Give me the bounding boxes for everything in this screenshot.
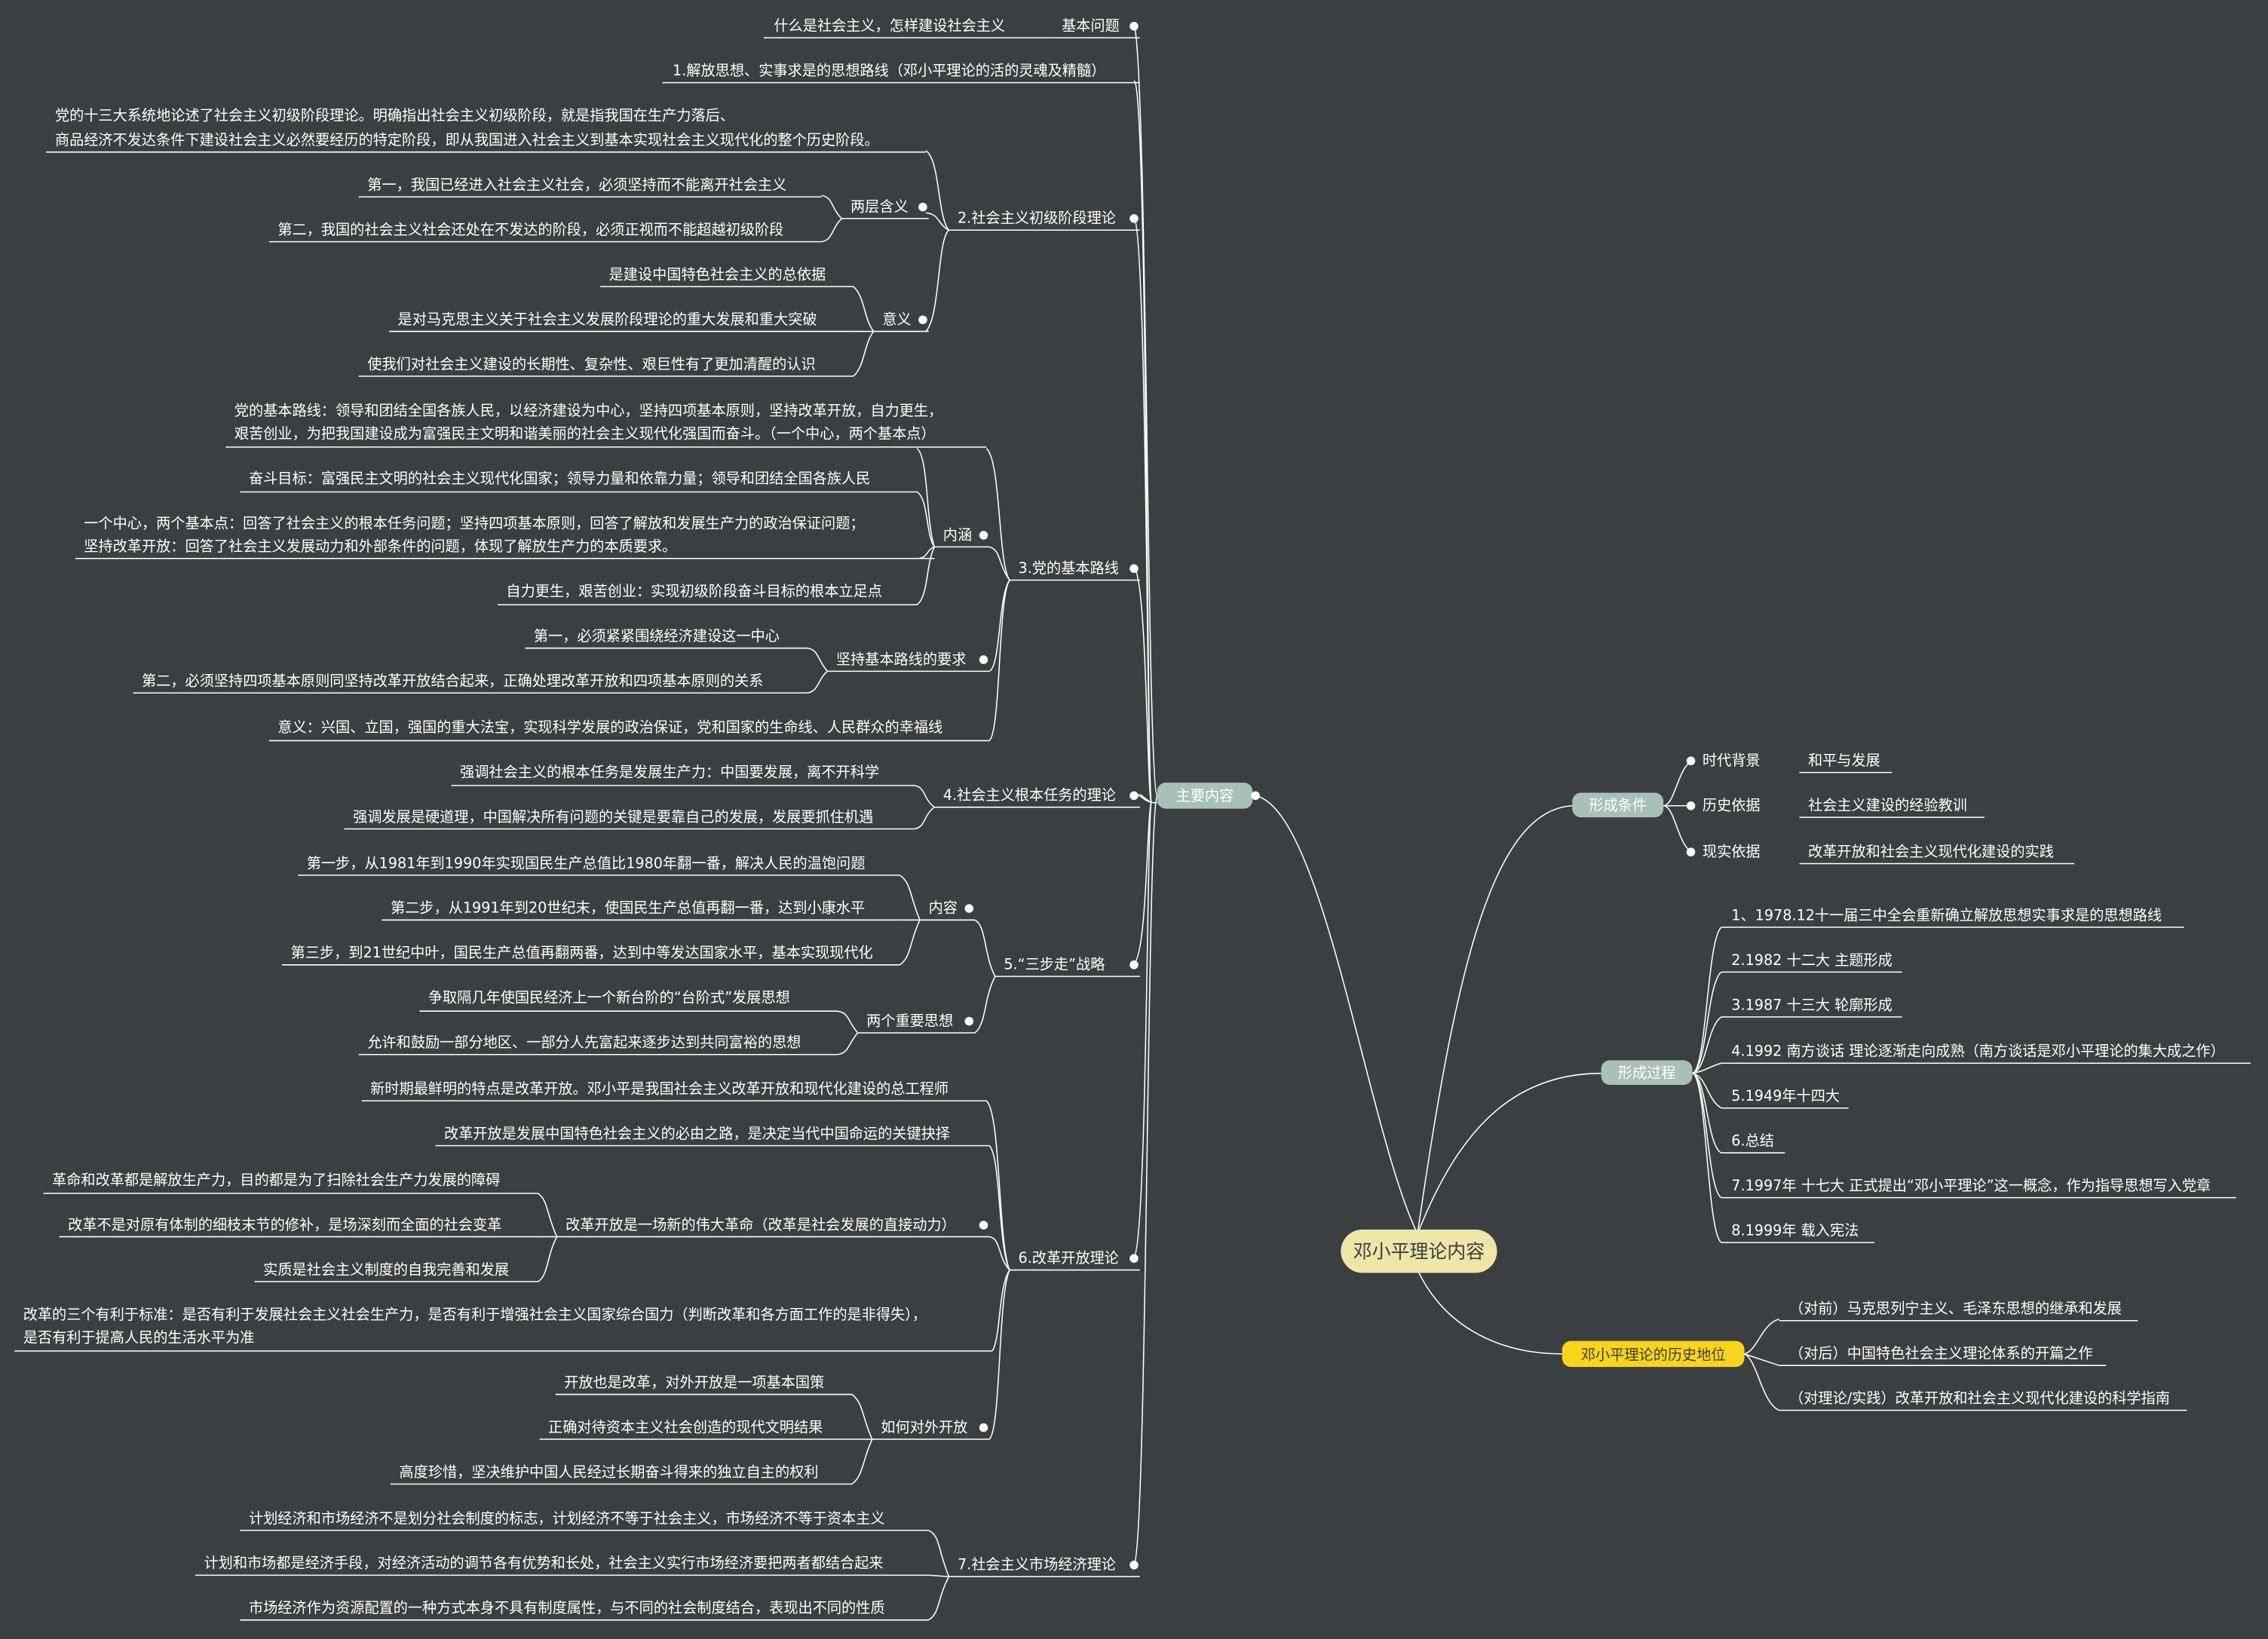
status-3: （对理论/实践）改革开放和社会主义现代化建设的科学指南 — [1789, 1389, 2170, 1407]
process-5: 5.1949年十四大 — [1731, 1087, 1840, 1104]
branch-b5[interactable]: 5.“三步走”战略 内容 第一步，从1981年到1990年实现国民生产总值比19… — [282, 854, 1140, 1055]
b7-item-2: 计划和市场都是经济手段，对经济活动的调节各有优势和长处，社会主义实行市场经济要把… — [204, 1555, 883, 1572]
conditions-topic[interactable]: 形成条件 时代背景 和平与发展 历史依据 社会主义建设的经验教训 现实依据 改革… — [1572, 752, 2074, 865]
branch-b4[interactable]: 4.社会主义根本任务的理论 强调社会主义的根本任务是发展生产力：中国要发展，离不… — [344, 763, 1140, 830]
b5-content-2: 第二步，从1991年到20世纪末，使国民生产总值再翻一番，达到小康水平 — [391, 899, 865, 917]
b4-item-1: 强调社会主义的根本任务是发展生产力：中国要发展，离不开科学 — [460, 763, 879, 780]
b3-content-label: 内涵 — [943, 526, 972, 544]
b4-label: 4.社会主义根本任务的理论 — [943, 786, 1116, 804]
b5-content-label: 内容 — [929, 899, 958, 917]
b6-item-2: 改革开放是发展中国特色社会主义的必由之路，是决定当代中国命运的关键抉择 — [444, 1125, 950, 1142]
center-title: 邓小平理论内容 — [1353, 1240, 1485, 1262]
b6-criteria-2: 是否有利于提高人民的生活水平为准 — [23, 1328, 255, 1346]
b6-opening-3: 高度珍惜，坚决维护中国人民经过长期奋斗得来的独立自主的权利 — [399, 1463, 818, 1481]
process-3: 3.1987 十三大 轮廓形成 — [1731, 996, 1892, 1013]
status-topic[interactable]: 邓小平理论的历史地位 （对前）马克思列宁主义、毛泽东思想的继承和发展 （对后）中… — [1562, 1300, 2187, 1411]
b3-center-1: 一个中心，两个基本点：回答了社会主义的根本任务问题；坚持四项基本原则，回答了解放… — [84, 514, 864, 532]
b3-line-2: 艰苦创业，为把我国建设成为富强民主文明和谐美丽的社会主义现代化强国而奋斗。（一个… — [234, 425, 936, 443]
b5-ideas-label: 两个重要思想 — [866, 1012, 953, 1029]
b6-revolution-label: 改革开放是一场新的伟大革命（改革是社会发展的直接动力） — [565, 1216, 956, 1233]
b6-revolution-1: 革命和改革都是解放生产力，目的都是为了扫除社会生产力发展的障碍 — [52, 1171, 500, 1188]
b3-requirement-1: 第一，必须紧紧围绕经济建设这一中心 — [534, 627, 780, 645]
b5-label: 5.“三步走”战略 — [1004, 956, 1105, 973]
b2-meaning-2: 第二，我国的社会主义社会还处在不发达的阶段，必须正视而不能超越初级阶段 — [277, 221, 783, 238]
main-content-topic[interactable]: 主要内容 — [1157, 783, 1260, 809]
b3-goal: 奋斗目标：富强民主文明的社会主义现代化国家；领导力量和依靠力量；领导和团结全国各… — [249, 470, 870, 487]
b6-revolution-2: 改革不是对原有体制的细枝末节的修补，是场深刻而全面的社会变革 — [68, 1216, 501, 1233]
b3-label: 3.党的基本路线 — [1019, 559, 1119, 577]
b2-significance-1: 是建设中国特色社会主义的总依据 — [609, 265, 826, 283]
process-topic[interactable]: 形成过程 1、1978.12十一届三中全会重新确立解放思想实事求是的思想路线 2… — [1601, 906, 2251, 1243]
process-6: 6.总结 — [1731, 1132, 1774, 1150]
b6-revolution-3: 实质是社会主义制度的自我完善和发展 — [263, 1261, 509, 1278]
basic-question-text: 什么是社会主义，怎样建设社会主义 — [774, 17, 1005, 35]
branch-b3[interactable]: 3.党的基本路线 内涵 党的基本路线：领导和团结全国各族人民，以经济建设为中心，… — [75, 402, 1140, 742]
b2-significance-label: 意义 — [882, 311, 911, 328]
condition-3-label: 现实依据 — [1703, 843, 1761, 860]
basic-question-branch[interactable]: 基本问题 什么是社会主义，怎样建设社会主义 — [763, 17, 1140, 38]
status-label: 邓小平理论的历史地位 — [1581, 1346, 1726, 1364]
conditions-label: 形成条件 — [1589, 797, 1647, 814]
b3-requirement-2: 第二，必须坚持四项基本原则同坚持改革开放结合起来，正确处理改革开放和四项基本原则… — [142, 672, 763, 690]
b5-idea-2: 允许和鼓励一部分地区、一部分人先富起来逐步达到共同富裕的思想 — [367, 1034, 801, 1051]
condition-3-value: 改革开放和社会主义现代化建设的实践 — [1808, 843, 2054, 860]
condition-2-value: 社会主义建设的经验教训 — [1808, 797, 1967, 814]
center-node[interactable]: 邓小平理论内容 — [1341, 1229, 1497, 1273]
status-2: （对后）中国特色社会主义理论体系的开篇之作 — [1789, 1345, 2093, 1362]
b5-idea-1: 争取隔几年使国民经济上一个新台阶的“台阶式”发展思想 — [428, 989, 790, 1006]
process-label: 形成过程 — [1618, 1064, 1676, 1081]
mind-map: 主要内容 基本问题 什么是社会主义，怎样建设社会主义 1.解放思想、实事求是的思… — [14, 17, 2251, 1621]
b3-self: 自力更生，艰苦创业：实现初级阶段奋斗目标的根本立足点 — [506, 583, 881, 600]
process-7: 7.1997年 十七大 正式提出“邓小平理论”这一概念，作为指导思想写入党章 — [1731, 1177, 2211, 1194]
status-1: （对前）马克思列宁主义、毛泽东思想的继承和发展 — [1789, 1300, 2122, 1317]
b5-content-3: 第三步，到21世纪中叶，国民生产总值再翻两番，达到中等发达国家水平，基本实现现代… — [291, 944, 873, 961]
branch-b2[interactable]: 2.社会主义初级阶段理论 党的十三大系统地论述了社会主义初级阶段理论。明确指出社… — [46, 106, 1140, 377]
b2-two-meanings-label: 两层含义 — [851, 198, 909, 215]
b1-label: 1.解放思想、实事求是的思想路线（邓小平理论的活的灵魂及精髓） — [673, 62, 1105, 79]
b2-intro-2: 商品经济不发达条件下建设社会主义必然要经历的特定阶段，即从我国进入社会主义到基本… — [55, 131, 879, 149]
process-2: 2.1982 十二大 主题形成 — [1731, 951, 1892, 969]
condition-2-label: 历史依据 — [1703, 797, 1761, 814]
b4-item-2: 强调发展是硬道理，中国解决所有问题的关键是要靠自己的发展，发展要抓住机遇 — [353, 808, 873, 826]
branch-b7[interactable]: 7.社会主义市场经济理论 计划经济和市场经济不是划分社会制度的标志，计划经济不等… — [195, 1509, 1140, 1621]
main-content-label: 主要内容 — [1176, 787, 1234, 804]
b6-label: 6.改革开放理论 — [1019, 1249, 1119, 1267]
b2-significance-3: 使我们对社会主义建设的长期性、复杂性、艰巨性有了更加清醒的认识 — [367, 355, 815, 372]
b6-opening-label: 如何对外开放 — [881, 1418, 967, 1435]
b6-criteria-1: 改革的三个有利于标准：是否有利于发展社会主义社会生产力，是否有利于增强社会主义国… — [23, 1306, 927, 1323]
b7-item-3: 市场经济作为资源配置的一种方式本身不具有制度属性，与不同的社会制度结合，表现出不… — [249, 1599, 885, 1616]
b7-item-1: 计划经济和市场经济不是划分社会制度的标志，计划经济不等于社会主义，市场经济不等于… — [249, 1509, 885, 1527]
b7-label: 7.社会主义市场经济理论 — [958, 1556, 1116, 1573]
b2-intro-1: 党的十三大系统地论述了社会主义初级阶段理论。明确指出社会主义初级阶段，就是指我国… — [55, 106, 734, 124]
b2-label: 2.社会主义初级阶段理论 — [958, 210, 1116, 227]
b2-meaning-1: 第一，我国已经进入社会主义社会，必须坚持而不能离开社会主义 — [367, 176, 786, 194]
b6-opening-2: 正确对待资本主义社会创造的现代文明结果 — [548, 1418, 823, 1435]
b2-significance-2: 是对马克思主义关于社会主义发展阶段理论的重大发展和重大突破 — [398, 311, 817, 328]
b5-content-1: 第一步，从1981年到1990年实现国民生产总值比1980年翻一番，解决人民的温… — [307, 854, 866, 872]
condition-1-label: 时代背景 — [1703, 752, 1761, 769]
b3-significance: 意义：兴国、立国，强国的重大法宝，实现科学发展的政治保证，党和国家的生命线、人民… — [277, 718, 942, 736]
b3-line-1: 党的基本路线：领导和团结全国各族人民，以经济建设为中心，坚持四项基本原则，坚持改… — [234, 402, 942, 419]
basic-question-label: 基本问题 — [1062, 17, 1120, 35]
branch-b1[interactable]: 1.解放思想、实事求是的思想路线（邓小平理论的活的灵魂及精髓） — [662, 62, 1140, 84]
b3-center-2: 坚持改革开放：回答了社会主义发展动力和外部条件的问题，体现了解放生产力的本质要求… — [84, 538, 676, 555]
condition-1-value: 和平与发展 — [1808, 752, 1880, 769]
process-1: 1、1978.12十一届三中全会重新确立解放思想实事求是的思想路线 — [1731, 906, 2162, 924]
process-4: 4.1992 南方谈话 理论逐渐走向成熟（南方谈话是邓小平理论的集大成之作） — [1731, 1043, 2224, 1060]
process-8: 8.1999年 载入宪法 — [1731, 1222, 1859, 1239]
b3-requirements-label: 坚持基本路线的要求 — [836, 651, 967, 668]
b6-opening-1: 开放也是改革，对外开放是一项基本国策 — [564, 1374, 824, 1391]
branch-b6[interactable]: 6.改革开放理论 新时期最鲜明的特点是改革开放。邓小平是我国社会主义改革开放和现… — [14, 1080, 1140, 1485]
b6-item-1: 新时期最鲜明的特点是改革开放。邓小平是我国社会主义改革开放和现代化建设的总工程师 — [370, 1080, 949, 1098]
